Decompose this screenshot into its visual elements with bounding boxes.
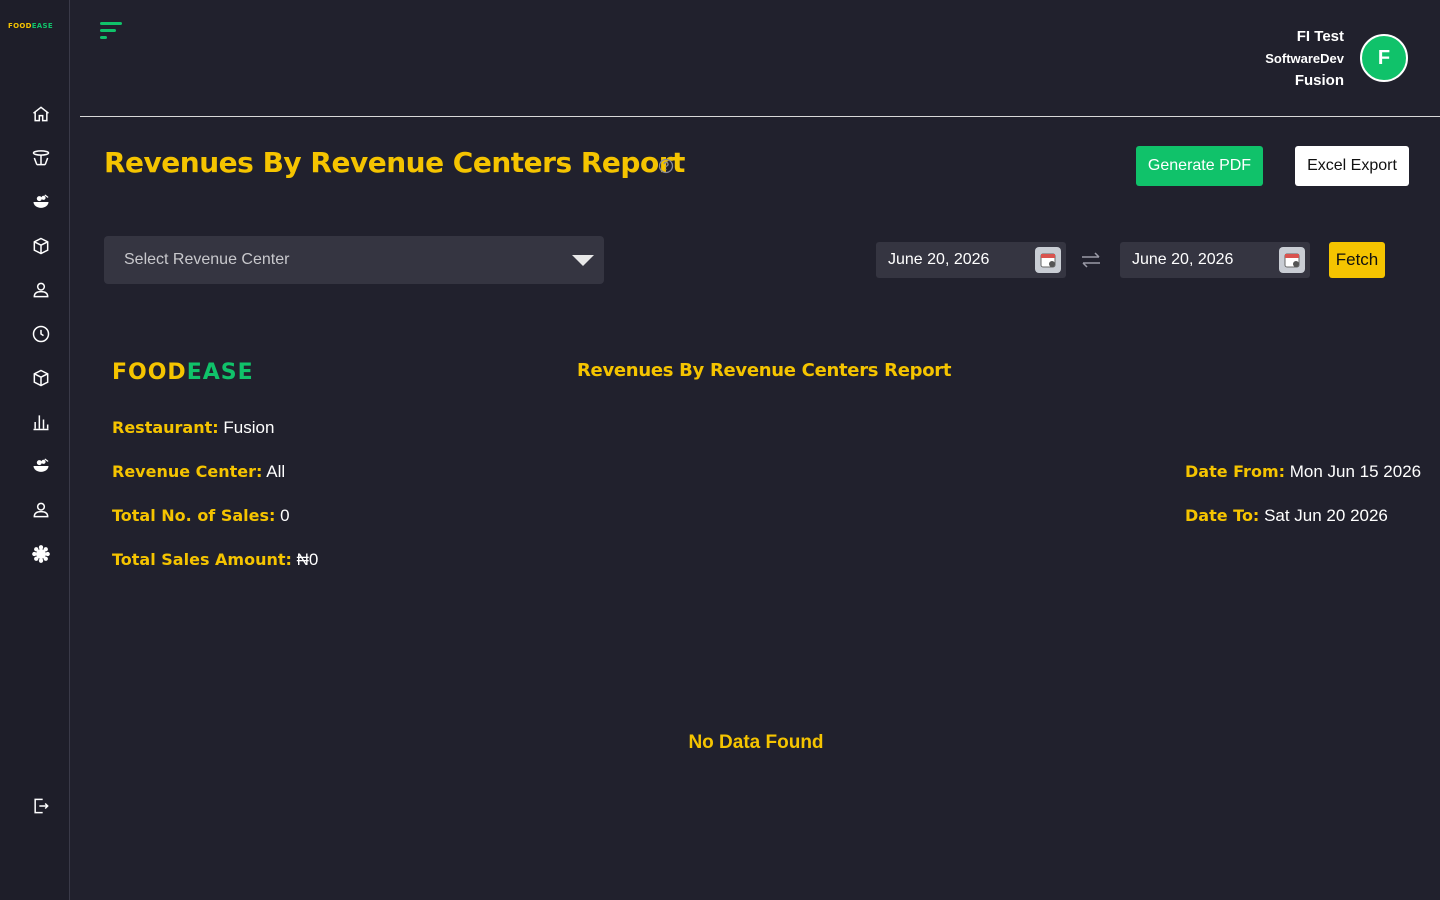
total-sales-row: Total No. of Sales: 0: [112, 506, 290, 526]
total-sales-label: Total No. of Sales:: [112, 506, 276, 525]
date-to-input[interactable]: June 20, 2026: [1120, 242, 1310, 278]
sidebar-item-history[interactable]: [29, 322, 53, 346]
brand-ease-text: EASE: [186, 360, 254, 385]
revenue-center-label: Revenue Center:: [112, 462, 263, 481]
hamburger-icon: [100, 22, 122, 39]
user-name: FI Test: [1296, 28, 1344, 45]
date-to-value: June 20, 2026: [1132, 251, 1234, 268]
empty-state-message: No Data Found: [688, 732, 824, 753]
table-icon: [32, 150, 50, 166]
sidebar-item-home[interactable]: [29, 102, 53, 126]
restaurant-label: Restaurant:: [112, 418, 219, 437]
page-title: Revenues By Revenue Centers Report: [104, 146, 685, 179]
package-icon: [33, 369, 49, 387]
generate-pdf-button[interactable]: Generate PDF: [1136, 146, 1263, 186]
box-icon: [33, 237, 49, 255]
calendar-icon[interactable]: [1035, 247, 1061, 273]
sidebar-item-food[interactable]: [29, 454, 53, 478]
date-from-label: Date From:: [1185, 462, 1286, 481]
sidebar: FOODEASE: [0, 0, 70, 900]
fetch-button[interactable]: Fetch: [1329, 242, 1385, 278]
sidebar-item-packages[interactable]: [29, 366, 53, 390]
sidebar-logo[interactable]: FOODEASE: [8, 22, 53, 30]
report-date-to-value: Sat Jun 20 2026: [1264, 506, 1388, 525]
user-icon: [33, 282, 49, 298]
total-amount-row: Total Sales Amount: ₦0: [112, 550, 318, 570]
sidebar-item-customers[interactable]: [29, 278, 53, 302]
restaurant-value: Fusion: [223, 418, 275, 437]
date-to-label: Date To:: [1185, 506, 1260, 525]
report-title: Revenues By Revenue Centers Report: [577, 360, 952, 381]
revenue-center-select[interactable]: Select Revenue Center: [104, 236, 604, 284]
restaurant-name: Fusion: [1294, 72, 1344, 89]
date-from-value: June 20, 2026: [888, 251, 990, 268]
calendar-icon[interactable]: [1279, 247, 1305, 273]
excel-export-button[interactable]: Excel Export: [1295, 146, 1409, 186]
sidebar-item-reports[interactable]: [29, 410, 53, 434]
sidebar-item-settings[interactable]: [29, 542, 53, 566]
revenue-center-value: All: [266, 462, 286, 481]
report-brand-logo: FOODEASE: [112, 360, 254, 385]
sidebar-item-menu[interactable]: [29, 190, 53, 214]
revenue-center-placeholder: Select Revenue Center: [124, 251, 290, 268]
revenue-center-row: Revenue Center: All: [112, 462, 285, 482]
brand-food-text: FOOD: [112, 360, 187, 385]
avatar[interactable]: F: [1360, 34, 1408, 82]
date-to-row: Date To: Sat Jun 20 2026: [1185, 506, 1388, 526]
food-icon: [33, 458, 49, 472]
date-from-row: Date From: Mon Jun 15 2026: [1185, 462, 1421, 482]
header-divider: [80, 116, 1440, 117]
menu-food-icon: [33, 194, 49, 208]
clock-icon: [32, 325, 50, 343]
help-icon[interactable]: [658, 158, 674, 174]
sidebar-item-staff[interactable]: [29, 498, 53, 522]
user-info: FI Test SoftwareDev Fusion: [1265, 26, 1344, 92]
logout-button[interactable]: [29, 794, 53, 818]
bar-chart-icon: [33, 415, 49, 431]
logo-food-text: FOOD: [8, 22, 32, 30]
restaurant-row: Restaurant: Fusion: [112, 418, 274, 438]
chevron-down-icon: [572, 255, 594, 266]
report-date-from-value: Mon Jun 15 2026: [1289, 462, 1422, 481]
settings-icon: [32, 545, 50, 563]
sidebar-item-tables[interactable]: [29, 146, 53, 170]
home-icon: [33, 106, 49, 122]
staff-icon: [33, 502, 49, 518]
swap-arrows-icon: [1082, 252, 1100, 268]
total-amount-label: Total Sales Amount:: [112, 550, 292, 569]
sidebar-item-inventory[interactable]: [29, 234, 53, 258]
logo-ease-text: EASE: [31, 22, 53, 30]
total-sales-value: 0: [280, 506, 290, 525]
date-from-input[interactable]: June 20, 2026: [876, 242, 1066, 278]
total-amount-value: ₦0: [296, 550, 319, 569]
menu-toggle-button[interactable]: [98, 20, 124, 42]
user-role: SoftwareDev: [1265, 51, 1344, 66]
logout-icon: [34, 798, 49, 814]
